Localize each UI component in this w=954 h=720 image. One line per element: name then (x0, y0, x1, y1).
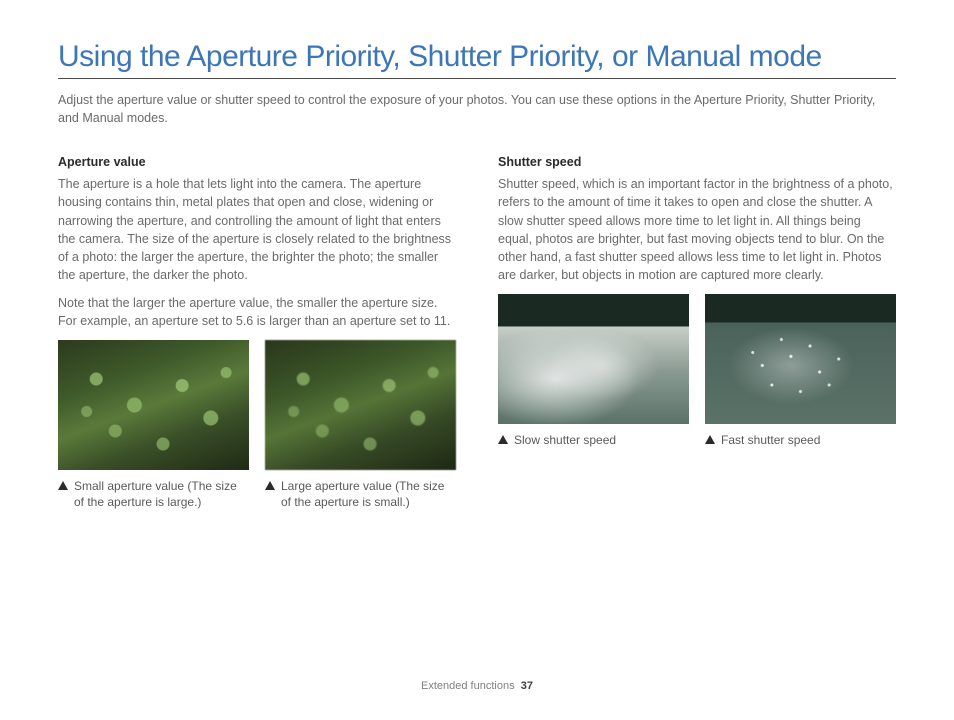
aperture-caption-1-text: Small aperture value (The size of the ap… (74, 478, 249, 510)
shutter-photo-slow (498, 294, 689, 424)
aperture-image-row: Small aperture value (The size of the ap… (58, 340, 456, 510)
shutter-caption-2-text: Fast shutter speed (721, 432, 820, 448)
aperture-image-small-value: Small aperture value (The size of the ap… (58, 340, 249, 510)
triangle-up-icon (498, 435, 508, 444)
left-column: Aperture value The aperture is a hole th… (58, 155, 456, 510)
shutter-paragraph: Shutter speed, which is an important fac… (498, 175, 896, 284)
aperture-paragraph-1: The aperture is a hole that lets light i… (58, 175, 456, 284)
triangle-up-icon (705, 435, 715, 444)
content-columns: Aperture value The aperture is a hole th… (58, 155, 896, 510)
footer-page-number: 37 (521, 680, 533, 692)
shutter-photo-fast (705, 294, 896, 424)
shutter-image-row: Slow shutter speed Fast shutter speed (498, 294, 896, 448)
shutter-caption-2: Fast shutter speed (705, 432, 896, 448)
aperture-heading: Aperture value (58, 155, 456, 169)
page-title: Using the Aperture Priority, Shutter Pri… (58, 40, 896, 79)
shutter-heading: Shutter speed (498, 155, 896, 169)
aperture-photo-sharp (58, 340, 249, 470)
shutter-caption-1: Slow shutter speed (498, 432, 689, 448)
right-column: Shutter speed Shutter speed, which is an… (498, 155, 896, 510)
aperture-caption-1: Small aperture value (The size of the ap… (58, 478, 249, 510)
triangle-up-icon (58, 481, 68, 490)
footer-section: Extended functions (421, 680, 515, 692)
aperture-caption-2: Large aperture value (The size of the ap… (265, 478, 456, 510)
aperture-caption-2-text: Large aperture value (The size of the ap… (281, 478, 456, 510)
shutter-image-slow: Slow shutter speed (498, 294, 689, 448)
page-footer: Extended functions 37 (0, 680, 954, 692)
aperture-paragraph-2: Note that the larger the aperture value,… (58, 294, 456, 330)
aperture-image-large-value: Large aperture value (The size of the ap… (265, 340, 456, 510)
aperture-photo-soft (265, 340, 456, 470)
shutter-image-fast: Fast shutter speed (705, 294, 896, 448)
triangle-up-icon (265, 481, 275, 490)
shutter-caption-1-text: Slow shutter speed (514, 432, 616, 448)
intro-text: Adjust the aperture value or shutter spe… (58, 91, 896, 127)
